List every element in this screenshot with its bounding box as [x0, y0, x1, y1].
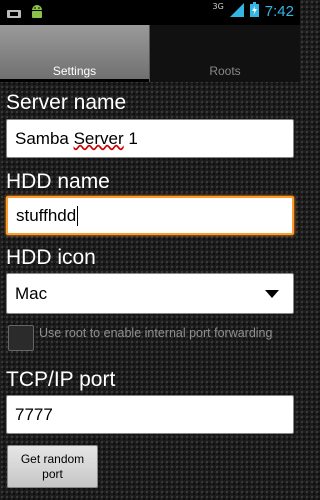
tab-settings[interactable]: Settings	[0, 25, 150, 82]
android-icon	[30, 4, 44, 24]
server-name-text: Samba Server 1	[15, 129, 138, 149]
dropdown-caret-icon	[265, 289, 279, 298]
tab-settings-label: Settings	[52, 64, 97, 78]
root-forwarding-checkbox[interactable]	[8, 325, 34, 351]
text-cursor	[77, 205, 79, 226]
status-bar: 3G 7:42	[0, 0, 300, 25]
tab-roots[interactable]: Roots	[150, 25, 300, 82]
tab-bar: Settings Roots	[0, 25, 300, 82]
battery-icon	[249, 2, 259, 21]
hdd-name-value: stuffhdd	[16, 205, 77, 225]
server-name-label: Server name	[6, 91, 127, 114]
server-name-input[interactable]: Samba Server 1	[6, 119, 294, 158]
tcp-port-label: TCP/IP port	[6, 368, 116, 391]
hdd-icon-value: Mac	[15, 283, 48, 303]
hdd-name-input[interactable]: stuffhdd	[6, 196, 294, 235]
hdd-icon-label: HDD icon	[6, 246, 96, 269]
hdd-name-label: HDD name	[6, 170, 110, 193]
tcp-port-value: 7777	[15, 404, 53, 424]
server-name-value: Samba Server 1	[15, 128, 138, 148]
hdd-icon-select[interactable]: Mac	[6, 273, 294, 314]
tcp-port-input[interactable]: 7777	[6, 395, 294, 434]
status-time: 7:42	[264, 3, 294, 20]
network-type: 3G	[212, 2, 224, 11]
root-forwarding-label: Use root to enable internal port forward…	[39, 326, 273, 340]
get-random-port-label: Get random port	[20, 451, 85, 481]
spellcheck-underline: Server	[73, 128, 124, 148]
get-random-port-button[interactable]: Get random port	[7, 445, 98, 488]
tab-roots-label: Roots	[209, 64, 241, 78]
usb-icon	[6, 5, 22, 24]
signal-icon	[229, 2, 244, 21]
